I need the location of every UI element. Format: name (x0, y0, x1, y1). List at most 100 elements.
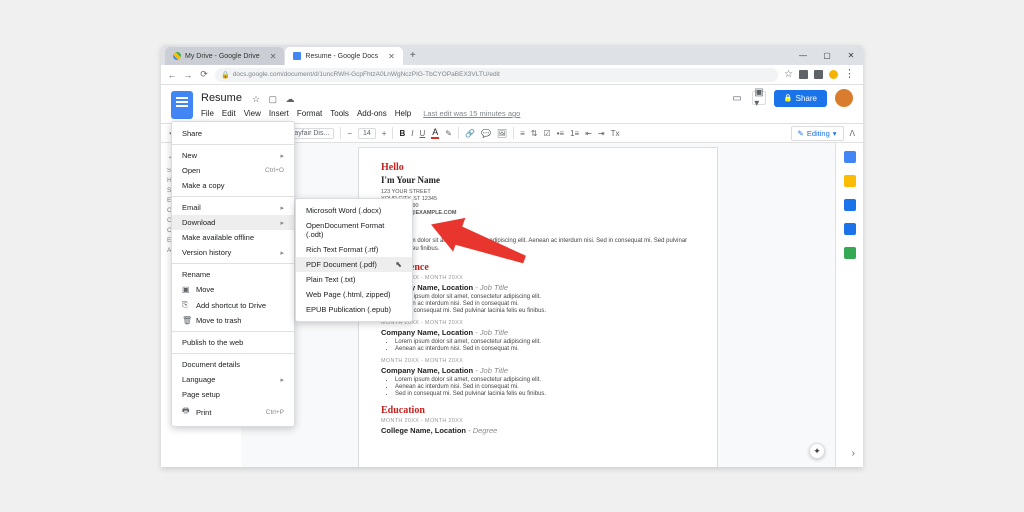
menu-format[interactable]: Format (297, 109, 322, 118)
number-list-button[interactable]: 1≡ (570, 129, 579, 138)
download-epub[interactable]: EPUB Publication (.epub) (296, 302, 412, 317)
menu-item-new[interactable]: New▸ (172, 148, 294, 163)
menu-item-open[interactable]: OpenCtrl+O (172, 163, 294, 178)
menu-item-email[interactable]: Email▸ (172, 200, 294, 215)
menu-item-language[interactable]: Language▸ (172, 372, 294, 387)
experience-company: Company Name, Location - Job Title (381, 283, 695, 292)
bullet-list-button[interactable]: •≡ (557, 129, 564, 138)
menu-tools[interactable]: Tools (330, 109, 349, 118)
download-docx[interactable]: Microsoft Word (.docx) (296, 203, 412, 218)
menu-item-shortcut[interactable]: ⎘Add shortcut to Drive (172, 297, 294, 313)
indent-inc-button[interactable]: ⇥ (598, 129, 605, 138)
close-icon[interactable]: ✕ (388, 52, 395, 61)
font-size[interactable]: 14 (358, 128, 376, 139)
insert-comment-button[interactable]: 💬 (481, 129, 491, 138)
download-odt[interactable]: OpenDocument Format (.odt) (296, 218, 412, 242)
toolbar-actions: ☆ ⋮ (784, 70, 857, 79)
highlight-button[interactable]: ✎ (445, 129, 452, 138)
minimize-button[interactable]: — (791, 45, 815, 65)
share-button[interactable]: Share (774, 90, 827, 107)
google-docs-logo[interactable] (171, 91, 193, 119)
menu-item-copy[interactable]: Make a copy (172, 178, 294, 193)
browser-menu-icon[interactable]: ⋮ (844, 70, 853, 79)
download-txt[interactable]: Plain Text (.txt) (296, 272, 412, 287)
lock-icon: 🔒 (221, 71, 230, 79)
present-button[interactable]: ▣ ▾ (752, 91, 766, 105)
font-size-dec[interactable]: − (347, 129, 352, 138)
underline-button[interactable]: U (419, 129, 425, 138)
menu-addons[interactable]: Add-ons (357, 109, 387, 118)
collapse-toolbar-button[interactable]: ᐱ (850, 129, 855, 138)
extension-icon[interactable] (814, 70, 823, 79)
menu-item-move[interactable]: ▣Move (172, 282, 294, 297)
section-hello: Hello (381, 162, 695, 173)
experience-date: MONTH 20XX - MONTH 20XX (381, 358, 695, 364)
menu-item-print[interactable]: 🖶PrintCtrl+P (172, 402, 294, 422)
menu-edit[interactable]: Edit (222, 109, 236, 118)
menu-item-trash[interactable]: 🗑Move to trash (172, 313, 294, 328)
browser-tab-docs[interactable]: Resume - Google Docs ✕ (285, 47, 402, 65)
menu-help[interactable]: Help (395, 109, 411, 118)
browser-tab-drive[interactable]: My Drive - Google Drive ✕ (165, 47, 284, 65)
explore-button[interactable]: ✦ (809, 443, 825, 459)
docs-icon (293, 52, 301, 60)
insert-image-button[interactable]: 🖼 (497, 129, 507, 138)
menu-file[interactable]: File (201, 109, 214, 118)
forward-button[interactable]: → (183, 70, 193, 80)
text-color-button[interactable]: A (431, 127, 439, 139)
last-edit-link[interactable]: Last edit was 15 minutes ago (423, 109, 520, 118)
menu-view[interactable]: View (244, 109, 261, 118)
profile-avatar[interactable] (829, 70, 838, 79)
menu-item-details[interactable]: Document details (172, 357, 294, 372)
menu-insert[interactable]: Insert (269, 109, 289, 118)
experience-company: Company Name, Location - Job Title (381, 366, 695, 375)
reload-button[interactable]: ⟳ (199, 70, 209, 80)
tab-strip: My Drive - Google Drive ✕ Resume - Googl… (161, 45, 863, 65)
keep-icon[interactable] (844, 175, 856, 187)
file-menu-dropdown: Share New▸ OpenCtrl+O Make a copy Email▸… (171, 121, 295, 427)
addons-plus-icon[interactable]: + (844, 465, 856, 467)
checklist-button[interactable]: ☑ (543, 129, 550, 138)
close-window-button[interactable]: ✕ (839, 45, 863, 65)
url-field[interactable]: 🔒 docs.google.com/document/d/1uncRWH-Gcp… (215, 68, 778, 82)
menu-bar: File Edit View Insert Format Tools Add-o… (201, 109, 520, 118)
indent-dec-button[interactable]: ⇤ (585, 129, 592, 138)
menu-item-publish[interactable]: Publish to the web (172, 335, 294, 350)
menu-item-page-setup[interactable]: Page setup (172, 387, 294, 402)
comment-history-button[interactable]: ▭ (730, 91, 744, 105)
menu-item-rename[interactable]: Rename (172, 267, 294, 282)
line-spacing-button[interactable]: ⇅ (531, 129, 538, 138)
menu-item-version[interactable]: Version history▸ (172, 245, 294, 260)
back-button[interactable]: ← (167, 70, 177, 80)
experience-date: MONTH 20XX - MONTH 20XX (381, 275, 695, 281)
menu-item-offline[interactable]: Make available offline (172, 230, 294, 245)
maximize-button[interactable]: ▢ (815, 45, 839, 65)
move-icon[interactable]: ▢ (269, 94, 278, 104)
tab-label: My Drive - Google Drive (185, 53, 260, 60)
mode-select[interactable]: ✎ Editing ▾ (791, 126, 844, 141)
bookmark-icon[interactable]: ☆ (784, 70, 793, 79)
hide-sidepanel-button[interactable]: › (852, 448, 855, 459)
document-title[interactable]: Resume (201, 92, 242, 104)
insert-link-button[interactable]: 🔗 (465, 129, 475, 138)
menu-item-share[interactable]: Share (172, 126, 294, 141)
download-rtf[interactable]: Rich Text Format (.rtf) (296, 242, 412, 257)
align-button[interactable]: ≡ (520, 129, 525, 138)
close-icon[interactable]: ✕ (270, 52, 277, 61)
cloud-saved-icon[interactable]: ☁ (285, 94, 294, 104)
calendar-icon[interactable] (844, 151, 856, 163)
tasks-icon[interactable] (844, 199, 856, 211)
download-pdf[interactable]: PDF Document (.pdf)⬉ (296, 257, 412, 272)
download-html[interactable]: Web Page (.html, zipped) (296, 287, 412, 302)
bold-button[interactable]: B (399, 129, 405, 138)
contacts-icon[interactable] (844, 223, 856, 235)
font-size-inc[interactable]: + (382, 129, 387, 138)
account-avatar[interactable] (835, 89, 853, 107)
clear-format-button[interactable]: Tx (611, 129, 620, 138)
extension-icon[interactable] (799, 70, 808, 79)
new-tab-button[interactable]: + (404, 50, 422, 61)
maps-icon[interactable] (844, 247, 856, 259)
menu-item-download[interactable]: Download▸ (172, 215, 294, 230)
star-icon[interactable]: ☆ (252, 94, 260, 104)
italic-button[interactable]: I (411, 129, 413, 138)
